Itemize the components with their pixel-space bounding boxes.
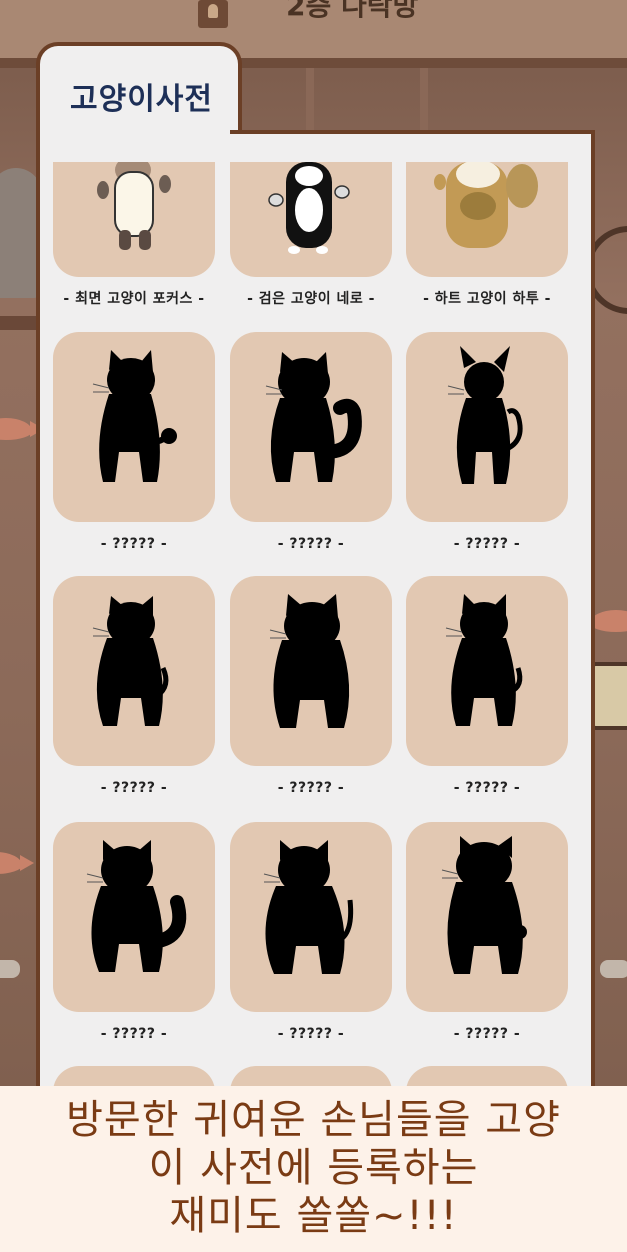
cat-portrait: [230, 576, 392, 766]
dictionary-title: 고양이사전: [70, 82, 213, 117]
cat-grid[interactable]: - 최면 고양이 포커스 - - 검은 고양이 네로 - - 하트 고양이 하투…: [53, 162, 573, 1090]
cat-name: - ????? -: [100, 1026, 168, 1042]
locked-cat-silhouette-icon: [86, 840, 187, 972]
cat-name: - ????? -: [100, 536, 168, 552]
cat-portrait: [53, 162, 215, 277]
cat-portrait: [53, 332, 215, 522]
cat-portrait: [406, 576, 568, 766]
caption-line-3: 재미도 쏠쏠~!!!: [169, 1193, 458, 1239]
fish-icon: [590, 610, 627, 632]
cat-name: - ????? -: [453, 780, 521, 796]
cat-name: - ????? -: [453, 1026, 521, 1042]
cat-portrait: [230, 822, 392, 1012]
cat-name: - ????? -: [277, 780, 345, 796]
cat-portrait: [406, 162, 568, 277]
fish-icon: [0, 418, 44, 440]
locked-cat-silhouette-icon: [447, 346, 523, 484]
locked-cat-silhouette-icon: [269, 594, 350, 728]
cat-portrait: [406, 822, 568, 1012]
cat-name: - 하트 고양이 하투 -: [423, 291, 551, 307]
promo-caption: 방문한 귀여운 손님들을 고양 이 사전에 등록하는 재미도 쏠쏠~!!!: [0, 1086, 627, 1252]
cat-portrait: [230, 332, 392, 522]
cat-portrait: [406, 332, 568, 522]
mug-icon: [590, 662, 627, 730]
cat-portrait: [53, 822, 215, 1012]
dumbbell-icon: [600, 960, 627, 978]
dumbbell-icon: [0, 960, 20, 978]
door-sign-icon: [198, 0, 228, 28]
cat-portrait: [230, 162, 392, 277]
caption-line-2: 이 사전에 등록하는: [148, 1145, 479, 1191]
cream-cat-icon: [97, 162, 171, 250]
shelf: [0, 316, 40, 330]
locked-cat-silhouette-icon: [441, 836, 527, 974]
locked-cat-silhouette-icon: [263, 840, 354, 974]
cat-name: - ????? -: [277, 1026, 345, 1042]
locked-cat-silhouette-icon: [92, 350, 177, 482]
cat-name: - ????? -: [277, 536, 345, 552]
cat-name: - 검은 고양이 네로 -: [247, 291, 375, 307]
black-white-cat-icon: [268, 162, 350, 254]
cat-portrait: [53, 576, 215, 766]
cat-name: - 최면 고양이 포커스 -: [63, 291, 205, 307]
heart-cat-icon: [434, 162, 538, 248]
floor-title: 2층 다락방: [286, 0, 419, 22]
locked-cat-silhouette-icon: [445, 594, 523, 726]
cat-name: - ????? -: [100, 780, 168, 796]
locked-cat-silhouette-icon: [265, 352, 362, 482]
caption-line-1: 방문한 귀여운 손님들을 고양: [66, 1097, 561, 1143]
fish-icon: [0, 852, 34, 874]
locked-cat-silhouette-icon: [92, 596, 169, 726]
cat-name: - ????? -: [453, 536, 521, 552]
